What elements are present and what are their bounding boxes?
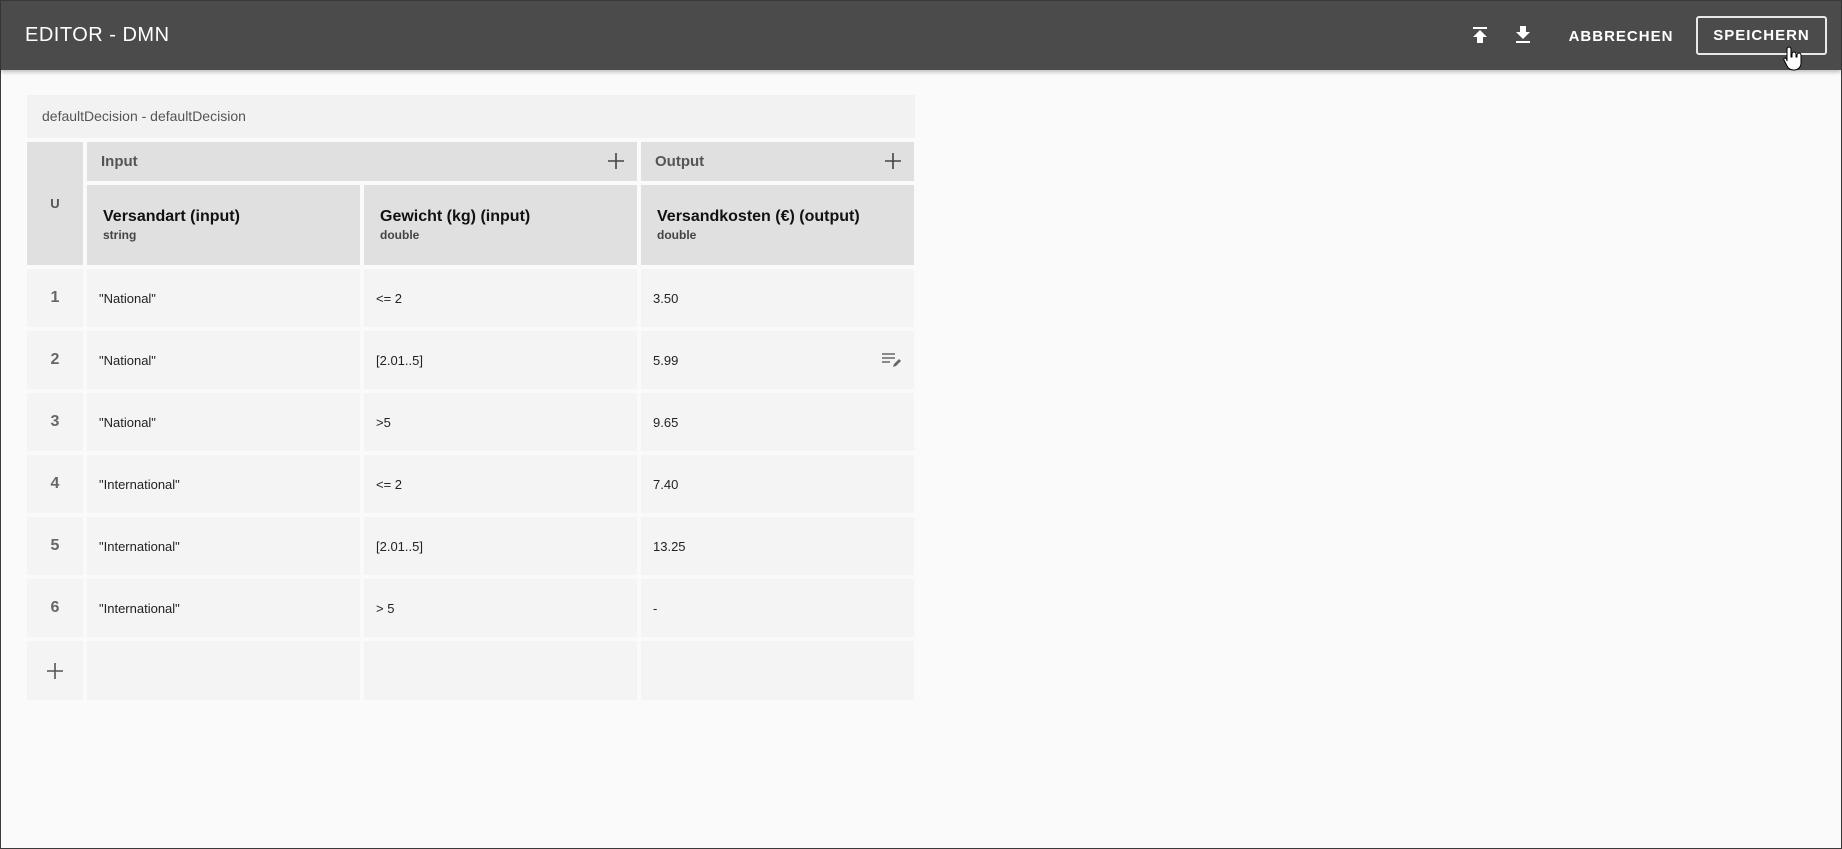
rule-number[interactable]: 1 [27,269,83,327]
add-rule-row [27,641,914,700]
table-row: 6 "International" > 5 - [27,579,914,637]
decision-name[interactable]: defaultDecision - defaultDecision [27,95,915,138]
input-group-header: Input [87,142,637,181]
column-type: double [380,228,420,242]
column-name: Versandkosten (€) [657,208,795,225]
output-value: - [653,600,658,616]
table-row: 2 "National" [2.01..5] 5.99 [27,331,914,389]
input-cell[interactable]: [2.01..5] [364,517,637,575]
rule-number[interactable]: 5 [27,517,83,575]
top-app-bar: EDITOR - DMN ABBRECHEN SPEICHERN [1,1,1841,71]
empty-cell[interactable] [87,641,360,700]
column-header-versandart[interactable]: Versandart (input) string [87,185,360,265]
download-icon[interactable] [1511,23,1535,47]
output-cell[interactable]: - [641,579,914,637]
decision-table: U Input Output Versandart (input) string [23,138,918,704]
column-kind: (input) [190,208,240,225]
output-value: 9.65 [653,414,679,430]
hit-policy-cell[interactable]: U [27,142,83,265]
input-cell[interactable]: "National" [87,393,360,451]
column-type: double [657,228,697,242]
table-row: 5 "International" [2.01..5] 13.25 [27,517,914,575]
output-value: 3.50 [653,290,679,306]
page-title: EDITOR - DMN [25,24,170,46]
input-group-label: Input [101,153,138,170]
input-cell[interactable]: >5 [364,393,637,451]
hand-cursor-icon [1783,46,1802,71]
table-row: 1 "National" <= 2 3.50 [27,269,914,327]
output-group-label: Output [655,153,705,170]
output-value: 7.40 [653,476,679,492]
add-rule-cell[interactable] [27,641,83,700]
output-cell[interactable]: 7.40 [641,455,914,513]
input-cell[interactable]: "International" [87,455,360,513]
add-output-column-icon[interactable] [882,150,904,172]
output-cell[interactable]: 9.65 [641,393,914,451]
output-group-header: Output [641,142,914,181]
rule-number[interactable]: 6 [27,579,83,637]
table-row: 4 "International" <= 2 7.40 [27,455,914,513]
input-cell[interactable]: "National" [87,269,360,327]
output-cell[interactable]: 3.50 [641,269,914,327]
upload-icon[interactable] [1468,23,1492,47]
rule-number[interactable]: 2 [27,331,83,389]
column-name: Versandart [103,208,186,225]
edit-description-icon[interactable] [880,350,902,370]
input-cell[interactable]: "International" [87,579,360,637]
output-value: 5.99 [653,352,679,368]
output-value: 13.25 [653,538,686,554]
column-kind: (input) [480,208,531,225]
input-cell[interactable]: <= 2 [364,269,637,327]
column-header-versandkosten[interactable]: Versandkosten (€) (output) double [641,185,914,265]
output-cell[interactable]: 13.25 [641,517,914,575]
rule-number[interactable]: 3 [27,393,83,451]
column-header-gewicht[interactable]: Gewicht (kg) (input) double [364,185,637,265]
add-input-column-icon[interactable] [605,150,627,172]
input-cell[interactable]: "National" [87,331,360,389]
input-cell[interactable]: "International" [87,517,360,575]
rule-number[interactable]: 4 [27,455,83,513]
column-type: string [103,228,137,242]
output-cell[interactable]: 5.99 [641,331,914,389]
input-cell[interactable]: > 5 [364,579,637,637]
input-cell[interactable]: <= 2 [364,455,637,513]
dmn-decision-table-container: defaultDecision - defaultDecision U Inpu… [27,95,915,700]
empty-cell[interactable] [364,641,637,700]
editor-window: EDITOR - DMN ABBRECHEN SPEICHERN default… [0,0,1842,849]
cancel-button[interactable]: ABBRECHEN [1561,18,1681,54]
add-rule-icon[interactable] [44,660,66,682]
column-kind: (output) [799,208,860,225]
save-button[interactable]: SPEICHERN [1696,16,1827,55]
input-cell[interactable]: [2.01..5] [364,331,637,389]
empty-cell[interactable] [641,641,914,700]
table-row: 3 "National" >5 9.65 [27,393,914,451]
column-name: Gewicht (kg) [380,208,477,225]
